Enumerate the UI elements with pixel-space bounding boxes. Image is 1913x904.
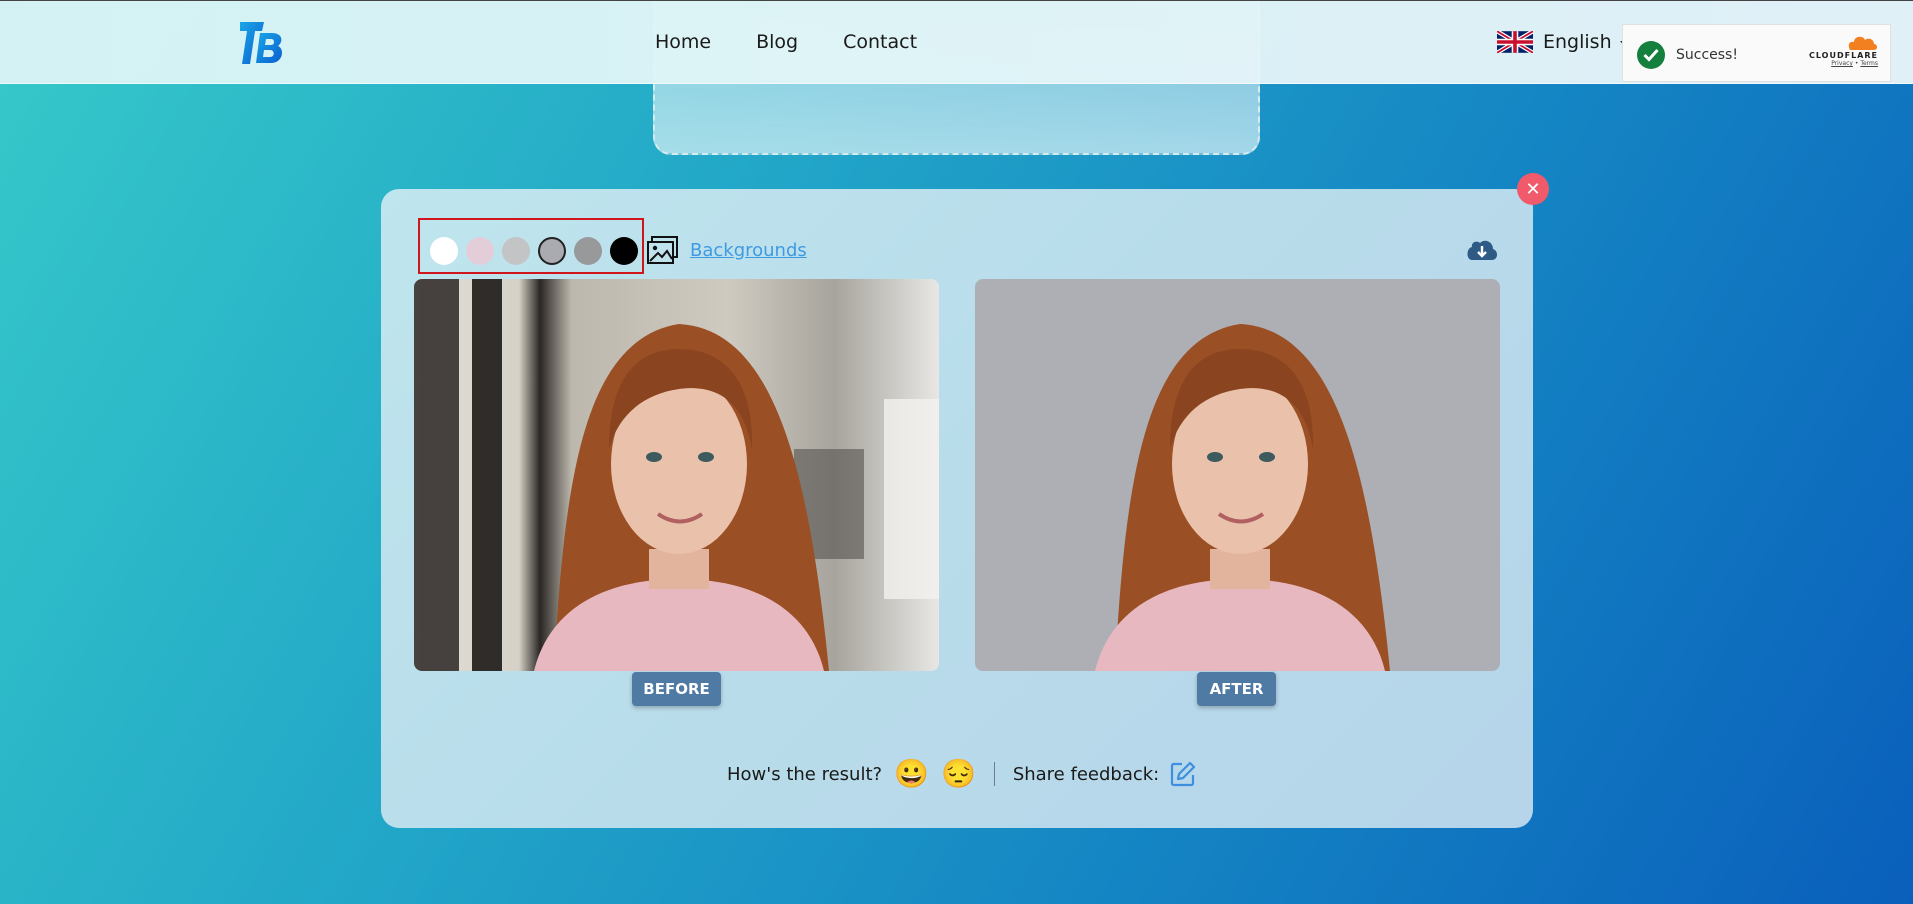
sad-emoji-button[interactable]: 😔 — [941, 760, 976, 788]
color-swatch[interactable] — [574, 237, 602, 265]
color-swatch[interactable] — [610, 237, 638, 265]
cloudflare-name: CLOUDFLARE — [1809, 51, 1878, 60]
success-check-icon — [1637, 41, 1665, 69]
cloudflare-cloud-icon — [1848, 36, 1877, 50]
before-image — [414, 279, 939, 671]
language-selector[interactable]: English — [1497, 31, 1612, 53]
cloudflare-status: Success! — [1676, 47, 1738, 63]
edit-icon[interactable] — [1169, 760, 1197, 788]
color-swatch[interactable] — [430, 237, 458, 265]
feedback-row: How's the result? 😀 😔 Share feedback: — [727, 760, 1197, 788]
backgrounds-link[interactable]: Backgrounds — [690, 240, 807, 261]
feedback-divider — [993, 762, 995, 786]
before-label: BEFORE — [632, 672, 721, 706]
share-feedback-label: Share feedback: — [1012, 763, 1160, 785]
uk-flag-icon — [1497, 31, 1533, 53]
nav-home-link[interactable]: Home — [655, 31, 711, 53]
color-swatch[interactable] — [538, 237, 566, 265]
privacy-link[interactable]: Privacy — [1831, 60, 1853, 67]
close-button[interactable]: ✕ — [1517, 173, 1549, 205]
main-nav: Home Blog Contact — [655, 31, 917, 53]
terms-link[interactable]: Terms — [1860, 60, 1878, 67]
logo-icon[interactable] — [238, 19, 286, 67]
after-label: AFTER — [1197, 672, 1276, 706]
nav-blog-link[interactable]: Blog — [756, 31, 798, 53]
links-separator: • — [1854, 60, 1859, 67]
cloudflare-widget: Success! CLOUDFLARE Privacy • Terms — [1622, 24, 1891, 82]
color-swatch[interactable] — [502, 237, 530, 265]
feedback-question: How's the result? — [727, 763, 883, 785]
before-portrait — [414, 279, 939, 671]
after-image — [975, 279, 1500, 671]
after-portrait — [1095, 324, 1390, 671]
happy-emoji-button[interactable]: 😀 — [894, 760, 929, 788]
close-icon: ✕ — [1525, 178, 1541, 200]
image-icon[interactable] — [647, 235, 679, 265]
language-label: English — [1543, 31, 1612, 53]
cloudflare-brand: CLOUDFLARE Privacy • Terms — [1808, 35, 1878, 67]
cloud-download-icon[interactable] — [1465, 236, 1499, 262]
color-swatch[interactable] — [466, 237, 494, 265]
nav-contact-link[interactable]: Contact — [843, 31, 917, 53]
